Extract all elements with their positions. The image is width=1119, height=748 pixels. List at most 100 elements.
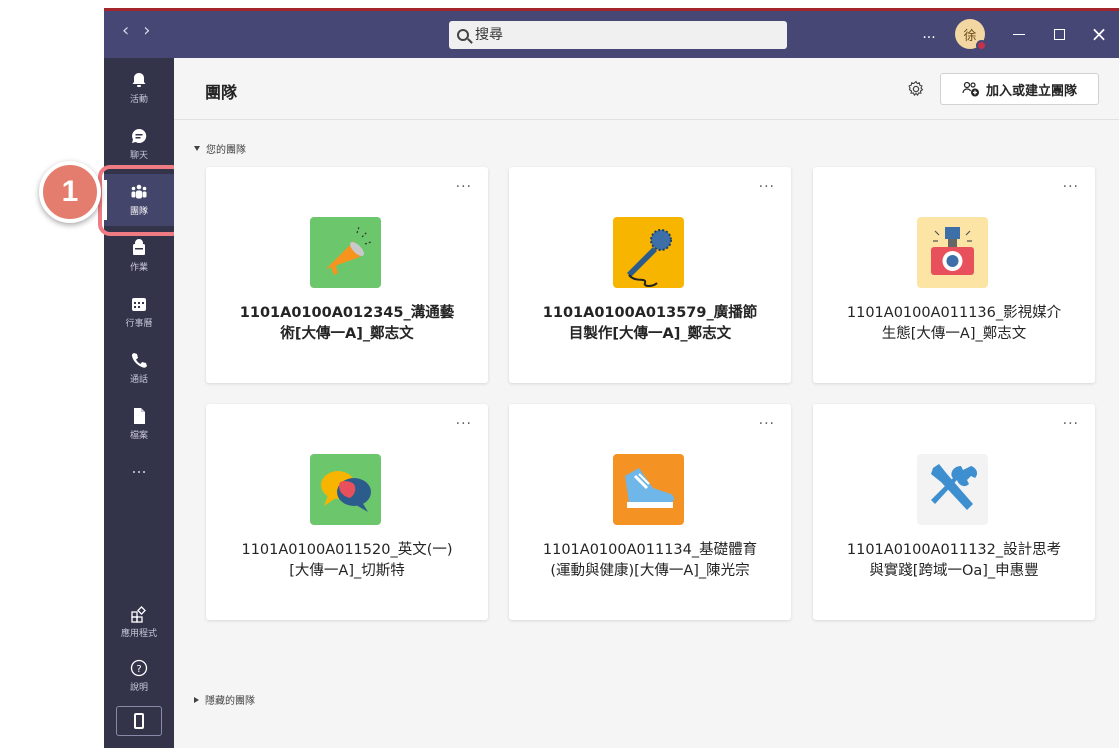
rail-item-assignments[interactable]: 作業: [104, 230, 174, 282]
apps-icon: [131, 606, 146, 623]
chevron-right-icon: [194, 696, 199, 703]
more-options-button[interactable]: ...: [911, 26, 947, 42]
camera-icon: [917, 217, 988, 288]
step-number-badge: 1: [39, 161, 101, 223]
avatar[interactable]: 徐: [955, 19, 987, 51]
team-more-options-button[interactable]: ···: [456, 179, 472, 195]
team-more-options-button[interactable]: ···: [759, 179, 775, 195]
rail-item-chat[interactable]: 聊天: [104, 118, 174, 170]
team-name-line-2: (運動與健康)[大傳一A]_陳光宗: [550, 563, 750, 579]
close-icon: ×: [1090, 22, 1108, 46]
minimize-button[interactable]: [999, 18, 1039, 50]
rail-item-label: 作業: [129, 263, 148, 273]
more-apps-button[interactable]: ...: [104, 458, 174, 477]
tools-icon: [917, 454, 988, 525]
team-more-options-button[interactable]: ···: [456, 416, 472, 432]
team-name-line-1: 1101A0100A013579_廣播節: [542, 305, 758, 321]
team-name-line-2: 與實踐[跨域一Oa]_申惠豐: [869, 563, 1039, 579]
speech-bubbles-icon: [310, 454, 381, 525]
hidden-teams-label: 隱藏的團隊: [205, 696, 255, 707]
team-name: 1101A0100A013579_廣播節 目製作[大傳一A]_鄭志文: [523, 303, 777, 345]
team-card[interactable]: ··· 1101A0100A011132_設計思考 與實踐[跨域一Oa]_申惠豐: [813, 404, 1095, 620]
phone-call-icon: [131, 353, 147, 368]
team-name-line-2: 目製作[大傳一A]_鄭志文: [568, 326, 732, 342]
team-card[interactable]: ··· 1101A0100A011520_英文(一) [大傳一A]_切斯特: [206, 404, 488, 620]
team-name-line-2: 生態[大傳一A]_鄭志文: [881, 326, 1027, 342]
title-bar-accent-line: [104, 8, 1119, 11]
svg-text:?: ?: [136, 664, 141, 675]
rail-item-apps[interactable]: 應用程式: [104, 596, 174, 648]
team-name-line-1: 1101A0100A011520_英文(一): [241, 542, 453, 558]
minimize-icon: [1013, 33, 1025, 35]
rail-item-files[interactable]: 檔案: [104, 398, 174, 450]
chevron-down-icon: [194, 146, 200, 151]
team-more-options-button[interactable]: ···: [1063, 179, 1079, 195]
rail-item-label: 應用程式: [120, 629, 157, 639]
gear-icon[interactable]: [907, 80, 925, 98]
history-nav: ‹ ›: [122, 22, 150, 40]
search-input[interactable]: [475, 27, 755, 43]
calendar-icon: [132, 298, 146, 311]
sneaker-icon: [613, 454, 684, 525]
team-card[interactable]: ··· 1101A0100A012345_溝通藝 術[大傳一A]_鄭志文: [206, 167, 488, 383]
team-name-line-1: 1101A0100A011136_影視媒介: [846, 305, 1062, 321]
maximize-icon: [1053, 28, 1065, 40]
megaphone-icon: [310, 217, 381, 288]
rail-item-label: 行事曆: [125, 319, 153, 329]
forward-arrow-icon[interactable]: ›: [143, 22, 150, 40]
team-name: 1101A0100A011520_英文(一) [大傳一A]_切斯特: [220, 540, 474, 582]
rail-item-label: 聊天: [129, 151, 148, 161]
page-title: 團隊: [205, 83, 238, 102]
hidden-teams-toggle[interactable]: 隱藏的團隊: [194, 692, 255, 707]
back-arrow-icon[interactable]: ‹: [122, 22, 129, 40]
presence-busy-icon: [976, 40, 987, 51]
page-header: 團隊 加入或建立團隊: [174, 58, 1119, 120]
step-highlight-frame: [98, 165, 184, 236]
team-name: 1101A0100A011134_基礎體育 (運動與健康)[大傳一A]_陳光宗: [523, 540, 777, 582]
rail-item-help[interactable]: ? 說明: [104, 650, 174, 702]
file-icon: [134, 408, 145, 424]
team-name-line-1: 1101A0100A011134_基礎體育: [542, 542, 758, 558]
mobile-app-button[interactable]: [116, 706, 162, 736]
mobile-device-icon: [134, 713, 144, 729]
search-box[interactable]: [449, 21, 787, 49]
team-name-line-1: 1101A0100A011132_設計思考: [846, 542, 1062, 558]
rail-item-label: 說明: [129, 683, 148, 693]
search-icon: [457, 29, 469, 41]
rail-item-activity[interactable]: 活動: [104, 62, 174, 114]
team-card[interactable]: ··· 1101A0100A011136_影視媒介 生態[大傳一A]_鄭志文: [813, 167, 1095, 383]
close-button[interactable]: ×: [1079, 18, 1119, 50]
team-card[interactable]: ··· 1101A0100A011134_基礎體育 (運動與健康)[大傳一A]_…: [509, 404, 791, 620]
add-team-icon: [962, 81, 979, 97]
title-bar-controls: ... 徐 ×: [911, 18, 1119, 51]
title-bar: ‹ › ... 徐 ×: [104, 8, 1119, 58]
microphone-icon: [613, 217, 684, 288]
join-or-create-team-button[interactable]: 加入或建立團隊: [940, 73, 1099, 105]
join-or-create-team-label: 加入或建立團隊: [985, 83, 1077, 99]
team-more-options-button[interactable]: ···: [759, 416, 775, 432]
avatar-initial: 徐: [963, 28, 977, 44]
bell-icon: [132, 73, 146, 87]
rail-item-label: 活動: [129, 95, 148, 105]
team-more-options-button[interactable]: ···: [1063, 416, 1079, 432]
rail-item-calls[interactable]: 通話: [104, 342, 174, 394]
team-card[interactable]: ··· 1101A0100A013579_廣播節 目製作[大傳一A]_鄭志文: [509, 167, 791, 383]
team-name-line-2: [大傳一A]_切斯特: [289, 563, 405, 579]
your-teams-label: 您的團隊: [206, 145, 246, 156]
backpack-icon: [133, 239, 145, 255]
chat-icon: [132, 128, 147, 143]
help-icon: ?: [130, 659, 148, 677]
team-name-line-2: 術[大傳一A]_鄭志文: [280, 326, 414, 342]
teams-main-pane: 團隊 加入或建立團隊 您的團隊 ··· 1101A0100A012345_溝通藝: [174, 58, 1119, 748]
teams-window: ‹ › ... 徐 × 活動 聊天 團隊: [0, 0, 1119, 748]
team-name-line-1: 1101A0100A012345_溝通藝: [239, 305, 455, 321]
team-name: 1101A0100A011132_設計思考 與實踐[跨域一Oa]_申惠豐: [827, 540, 1081, 582]
your-teams-toggle[interactable]: 您的團隊: [194, 141, 246, 156]
maximize-button[interactable]: [1039, 18, 1079, 50]
team-name: 1101A0100A011136_影視媒介 生態[大傳一A]_鄭志文: [827, 303, 1081, 345]
team-name: 1101A0100A012345_溝通藝 術[大傳一A]_鄭志文: [220, 303, 474, 345]
app-bar: 活動 聊天 團隊 作業 行事曆 通話 檔案 ... 應用程式 ? 說明: [104, 58, 174, 748]
rail-item-calendar[interactable]: 行事曆: [104, 286, 174, 338]
rail-item-label: 檔案: [129, 431, 148, 441]
rail-item-label: 通話: [129, 375, 148, 385]
